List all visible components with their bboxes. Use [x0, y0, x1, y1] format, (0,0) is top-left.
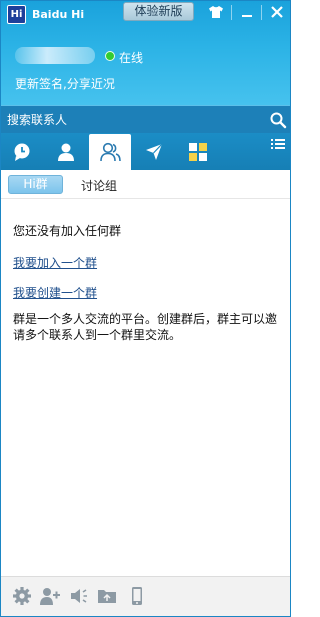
mobile-phone-icon[interactable]	[126, 586, 148, 606]
search-input[interactable]	[7, 111, 257, 129]
tab-messages[interactable]	[133, 134, 175, 170]
search-icon[interactable]	[269, 111, 287, 129]
minimize-button[interactable]	[233, 2, 261, 22]
nickname-blurred[interactable]	[15, 47, 95, 64]
baidu-hi-logo-icon: Hi	[7, 5, 26, 24]
send-arrow-icon	[146, 143, 163, 160]
search-bar	[1, 105, 290, 133]
add-person-icon[interactable]	[39, 586, 61, 606]
chat-bubble-icon	[14, 143, 30, 161]
bottom-toolbar	[1, 576, 290, 616]
group-sub-tabs: Hi群 讨论组	[1, 170, 290, 199]
title-separator	[231, 5, 232, 20]
trial-new-version-button[interactable]: 体验新版	[123, 2, 194, 21]
no-group-text: 您还没有加入任何群	[13, 224, 122, 238]
tab-hi-group[interactable]: Hi群	[8, 175, 63, 194]
tshirt-icon[interactable]	[202, 2, 230, 22]
baidu-hi-window: Hi Baidu Hi 体验新版 在线 更新签名,分享近况 搜索联系人 Hi群 …	[0, 0, 291, 617]
title-separator	[261, 5, 262, 20]
person-icon	[58, 143, 74, 161]
main-tab-bar	[1, 133, 290, 170]
tab-apps[interactable]	[177, 134, 219, 170]
apps-grid-icon	[189, 143, 207, 161]
tab-contacts[interactable]	[45, 134, 87, 170]
group-icon	[100, 142, 121, 162]
signature-text[interactable]: 更新签名,分享近况	[15, 75, 115, 92]
group-description-text: 群是一个多人交流的平台。创建群后，群主可以邀请多个联系人到一个群里交流。	[13, 312, 278, 342]
close-button[interactable]	[263, 2, 291, 22]
join-group-link[interactable]: 我要加入一个群	[13, 254, 97, 271]
online-status-icon[interactable]	[105, 51, 115, 61]
status-text[interactable]: 在线	[119, 49, 143, 66]
group-content-panel: 您还没有加入任何群 我要加入一个群 我要创建一个群 群是一个多人交流的平台。创建…	[1, 200, 290, 576]
create-group-link[interactable]: 我要创建一个群	[13, 284, 97, 301]
tab-groups[interactable]	[89, 134, 131, 170]
header: Hi Baidu Hi 体验新版 在线 更新签名,分享近况	[1, 1, 290, 105]
tab-recent-chats[interactable]	[1, 134, 43, 170]
list-menu-icon[interactable]	[271, 138, 285, 150]
gear-icon[interactable]	[11, 586, 33, 606]
speaker-icon[interactable]	[68, 586, 90, 606]
app-title: Baidu Hi	[32, 8, 85, 21]
folder-icon[interactable]	[96, 586, 118, 606]
tab-discussion-group[interactable]: 讨论组	[81, 177, 117, 194]
